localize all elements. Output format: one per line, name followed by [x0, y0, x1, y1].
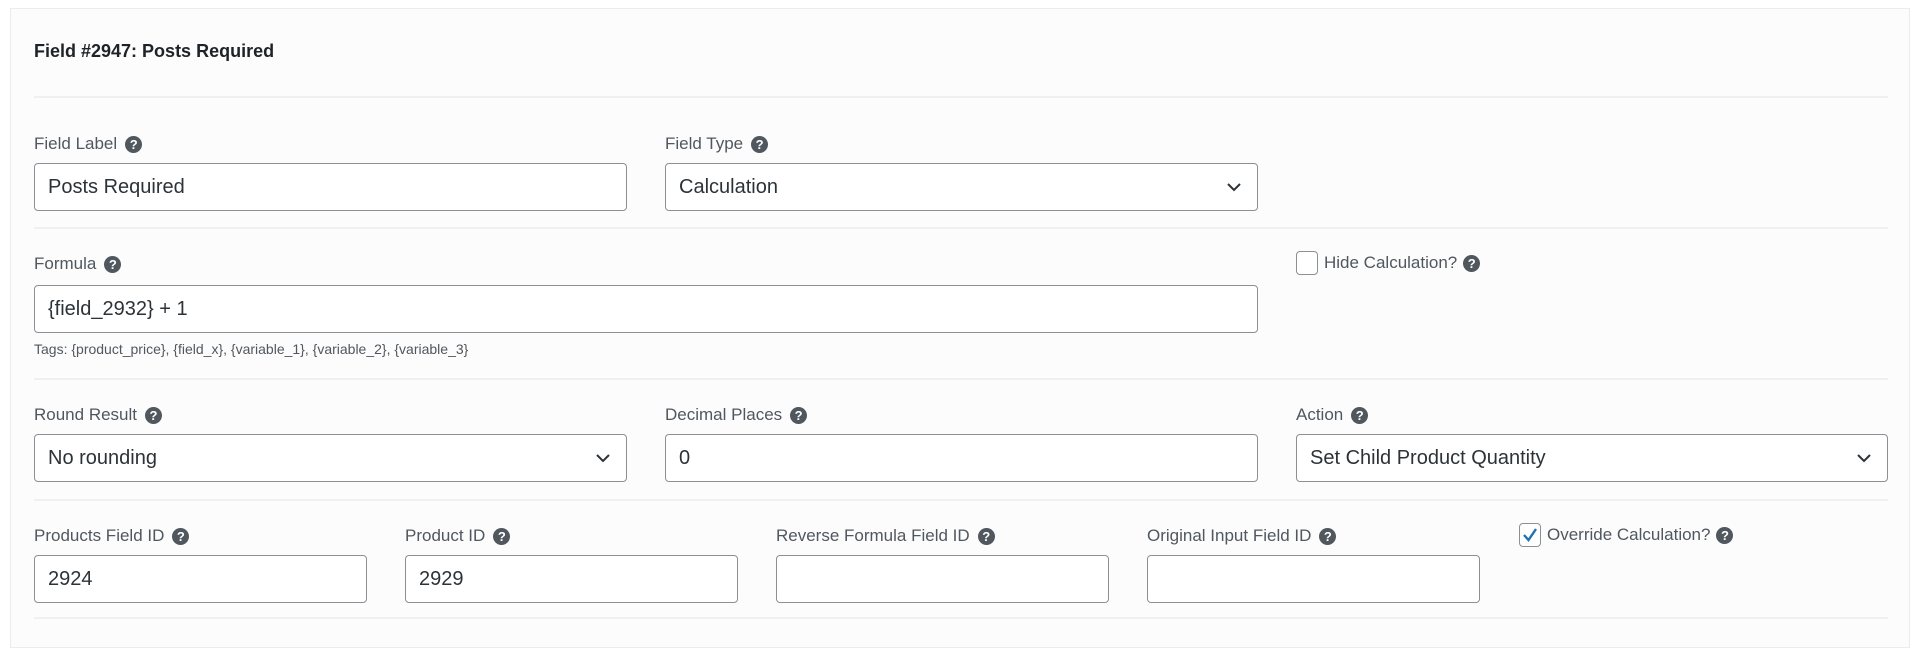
original-input-field-id-text: Original Input Field ID — [1147, 526, 1312, 545]
action-text: Action — [1296, 405, 1344, 424]
decimal-places-label: Decimal Places ? — [665, 405, 808, 425]
field-title: Field #2947: Posts Required — [34, 41, 275, 61]
product-id-text: Product ID — [405, 526, 486, 545]
divider — [34, 499, 1888, 501]
action-select[interactable]: Set Child Product Quantity — [1296, 434, 1888, 482]
action-label: Action ? — [1296, 405, 1369, 425]
products-field-id-value: 2924 — [48, 567, 93, 590]
decimal-places-value: 0 — [679, 446, 691, 469]
help-icon[interactable]: ? — [790, 406, 808, 424]
chevron-down-icon — [596, 454, 610, 463]
round-result-select[interactable]: No rounding — [34, 434, 627, 482]
action-value: Set Child Product Quantity — [1310, 446, 1546, 469]
help-icon[interactable]: ? — [145, 406, 163, 424]
reverse-formula-field-id-label: Reverse Formula Field ID ? — [776, 526, 995, 546]
decimal-places-input[interactable]: 0 — [665, 434, 1258, 482]
divider — [34, 227, 1888, 229]
formula-label: Formula ? — [34, 254, 122, 274]
products-field-id-input[interactable]: 2924 — [34, 555, 367, 603]
hide-calculation-label: Hide Calculation? — [1324, 253, 1458, 272]
products-field-id-text: Products Field ID — [34, 526, 165, 545]
product-id-label: Product ID ? — [405, 526, 511, 546]
field-type-label: Field Type ? — [665, 134, 769, 154]
product-id-value: 2929 — [419, 567, 464, 590]
help-icon[interactable]: ? — [125, 135, 143, 153]
divider — [34, 96, 1888, 98]
hide-calculation-checkbox[interactable] — [1296, 251, 1318, 275]
help-icon[interactable]: ? — [172, 527, 190, 545]
checkmark-icon — [1523, 528, 1537, 542]
products-field-id-label: Products Field ID ? — [34, 526, 190, 546]
help-icon[interactable]: ? — [977, 527, 995, 545]
round-result-text: Round Result — [34, 405, 138, 424]
original-input-field-id-label: Original Input Field ID ? — [1147, 526, 1337, 546]
help-icon[interactable]: ? — [1351, 406, 1369, 424]
formula-text: Formula — [34, 254, 97, 273]
override-calculation-label: Override Calculation? — [1547, 525, 1711, 544]
help-icon[interactable]: ? — [751, 135, 769, 153]
formula-value: {field_2932} + 1 — [48, 297, 188, 320]
chevron-down-icon — [1227, 183, 1241, 192]
field-label-value: Posts Required — [48, 175, 185, 198]
chevron-down-icon — [1857, 454, 1871, 463]
product-id-input[interactable]: 2929 — [405, 555, 738, 603]
field-label-text: Field Label — [34, 134, 118, 153]
field-label-input[interactable]: Posts Required — [34, 163, 627, 211]
help-icon[interactable]: ? — [1716, 526, 1734, 544]
divider — [34, 617, 1888, 619]
hide-calculation-option: Hide Calculation? ? — [1296, 251, 1481, 275]
field-type-select[interactable]: Calculation — [665, 163, 1258, 211]
help-icon[interactable]: ? — [104, 255, 122, 273]
round-result-label: Round Result ? — [34, 405, 163, 425]
help-icon[interactable]: ? — [1463, 254, 1481, 272]
override-calculation-option: Override Calculation? ? — [1519, 523, 1734, 547]
round-result-value: No rounding — [48, 446, 157, 469]
original-input-field-id-input[interactable] — [1147, 555, 1480, 603]
reverse-formula-field-id-text: Reverse Formula Field ID — [776, 526, 970, 545]
formula-tags-hint: Tags: {product_price}, {field_x}, {varia… — [34, 341, 469, 357]
help-icon[interactable]: ? — [1319, 527, 1337, 545]
help-icon[interactable]: ? — [493, 527, 511, 545]
field-label-label: Field Label ? — [34, 134, 143, 154]
override-calculation-checkbox[interactable] — [1519, 523, 1541, 547]
decimal-places-text: Decimal Places — [665, 405, 783, 424]
formula-input[interactable]: {field_2932} + 1 — [34, 285, 1258, 333]
divider — [34, 378, 1888, 380]
field-type-text: Field Type — [665, 134, 744, 153]
field-type-value: Calculation — [679, 175, 778, 198]
reverse-formula-field-id-input[interactable] — [776, 555, 1109, 603]
